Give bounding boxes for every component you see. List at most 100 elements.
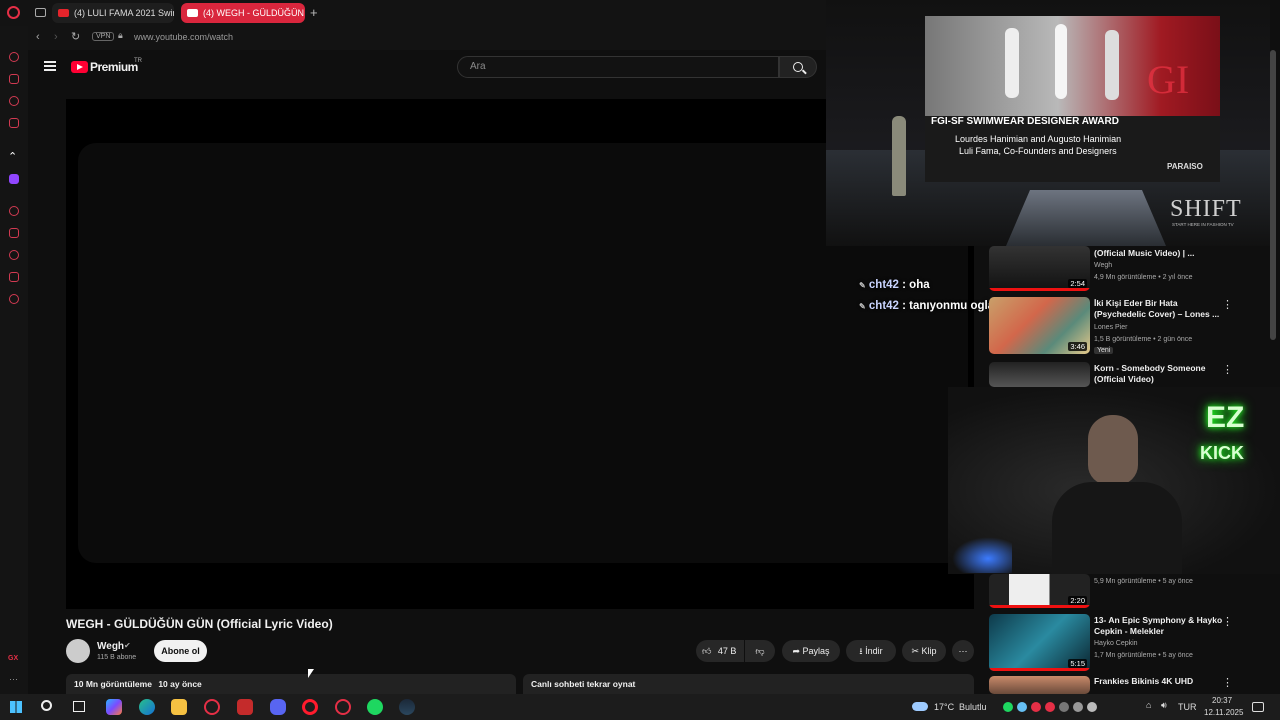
clip-button[interactable]: ✂ Klip (902, 640, 946, 662)
history-icon[interactable] (9, 206, 19, 216)
rec-thumbnail-2[interactable]: 3:46 (989, 297, 1090, 354)
rec-title-1[interactable]: (Official Music Video) | ... (1094, 248, 1194, 259)
reload-icon[interactable]: ↻ (71, 30, 80, 43)
opera-icon[interactable] (302, 699, 318, 715)
clock-date[interactable]: 12.11.2025 (1204, 708, 1243, 717)
mail-icon[interactable] (9, 118, 19, 128)
page-scrollbar[interactable] (1270, 50, 1276, 340)
youtube-logo-text[interactable]: Premium (90, 60, 138, 74)
menu-icon[interactable] (44, 61, 56, 71)
file-explorer-icon[interactable] (171, 699, 187, 715)
channel-name[interactable]: Wegh (97, 641, 124, 652)
copilot-icon[interactable] (106, 699, 122, 715)
more-icon[interactable]: ··· (9, 674, 18, 684)
notifications-icon[interactable] (1252, 702, 1264, 712)
youtube-logo-icon[interactable] (71, 61, 88, 73)
description-box[interactable]: 10 Mn görüntüleme 10 ay önce (66, 674, 516, 694)
search-taskbar-icon[interactable] (41, 700, 52, 711)
settings-icon[interactable] (9, 294, 19, 304)
rec-title-5[interactable]: 13- An Epic Symphony & Hayko Cepkin - Me… (1094, 615, 1222, 637)
tab-wegh[interactable]: (4) WEGH - GÜLDÜĞÜN G (181, 3, 305, 23)
spotify-icon[interactable] (367, 699, 383, 715)
opera-gx-icon-2[interactable] (335, 699, 351, 715)
rec-thumbnail-5[interactable]: 5:15 (989, 614, 1090, 671)
rec-meta-2: 1,5 B görüntüleme • 2 gün önce (1094, 336, 1193, 343)
start-icon[interactable] (10, 701, 22, 713)
rec-title-3[interactable]: Korn - Somebody Someone (Official Video) (1094, 363, 1205, 385)
weather-desc[interactable]: Bulutlu (959, 702, 987, 712)
search-input[interactable]: Ara (457, 56, 779, 78)
mouse-cursor-icon (308, 669, 314, 678)
url-text[interactable]: www.youtube.com/watch (134, 32, 233, 42)
slide-line2: Luli Fama, Co-Founders and Designers (959, 146, 1117, 156)
ai-icon[interactable]: ⌃ (8, 150, 17, 163)
like-count: 47 B (717, 646, 737, 656)
bag-icon[interactable] (9, 74, 19, 84)
slide-logo: GI (1147, 57, 1190, 102)
new-tab-button[interactable]: + (310, 5, 318, 20)
aria-icon[interactable] (9, 52, 19, 62)
download-button[interactable]: ⭳ İndir (846, 640, 896, 662)
rec-title-2[interactable]: İki Kişi Eder Bir Hata (Psychedelic Cove… (1094, 298, 1219, 320)
dislike-button[interactable]: 👎︎ (745, 640, 775, 662)
slide-line1: Lourdes Hanimian and Augusto Hanimian (955, 134, 1122, 144)
tab-luli-fama[interactable]: (4) LULI FAMA 2021 Swim (52, 3, 174, 23)
twitch-icon[interactable] (9, 174, 19, 184)
volume-icon[interactable]: 🔊︎ (1161, 700, 1167, 711)
opera-gx-taskbar-icon[interactable] (204, 699, 220, 715)
forward-icon[interactable]: › (54, 31, 58, 43)
discord-icon[interactable] (270, 699, 286, 715)
rec-menu-6[interactable]: ⋮ (1222, 676, 1233, 689)
rec-thumbnail-4[interactable]: 2:20 (989, 574, 1090, 608)
clock-time[interactable]: 20:37 (1212, 696, 1232, 705)
chat-icon: ✎ (859, 302, 866, 311)
language-indicator[interactable]: TUR (1178, 702, 1197, 712)
vpn-badge[interactable]: VPN (92, 32, 115, 41)
rec-menu-2[interactable]: ⋮ (1222, 298, 1233, 311)
share-icon: ➦ (792, 646, 800, 656)
rec-meta-1: 4,9 Mn görüntüleme • 2 yıl önce (1094, 274, 1193, 281)
rec-thumbnail-3[interactable] (989, 362, 1090, 387)
shift-watermark-sub: START HERE IN FASHION TV (1172, 222, 1234, 227)
tray-icons[interactable] (1003, 702, 1109, 712)
rec-title-6[interactable]: Frankies Bikinis 4K UHD (1094, 676, 1193, 687)
more-actions-button[interactable]: ⋯ (952, 640, 974, 662)
rec-channel-5[interactable]: Hayko Cepkin (1094, 640, 1138, 647)
tab-island-icon[interactable] (35, 8, 46, 17)
thumbs-up-icon: 👍︎ (702, 646, 712, 656)
rec-channel-2[interactable]: Lones Pier (1094, 324, 1127, 331)
bookmark-icon[interactable] (9, 228, 19, 238)
clock-icon[interactable] (9, 250, 19, 260)
new-badge: Yeni (1094, 347, 1114, 354)
search-button[interactable] (779, 56, 817, 78)
network-icon[interactable]: ⌂ (1146, 700, 1151, 710)
chat-replay-button[interactable]: Canlı sohbeti tekrar oynat (523, 674, 974, 694)
task-view-icon[interactable] (73, 701, 85, 712)
shift-watermark: SHIFT (1170, 196, 1242, 222)
rec-thumbnail-6[interactable] (989, 676, 1090, 694)
like-button[interactable]: 👍︎ 47 B (696, 640, 744, 662)
channel-avatar[interactable] (66, 639, 90, 663)
rec-channel-1[interactable]: Wegh (1094, 262, 1112, 269)
weather-icon[interactable] (912, 702, 928, 711)
rec-menu-3[interactable]: ⋮ (1222, 363, 1233, 376)
slide-brand: PARAISO (1167, 162, 1203, 171)
rec-thumbnail-1[interactable]: 2:54 (989, 246, 1090, 291)
edge-icon[interactable] (139, 699, 155, 715)
rec-menu-5[interactable]: ⋮ (1222, 615, 1233, 628)
model-figure-2 (1055, 24, 1067, 99)
send-icon[interactable] (9, 272, 19, 282)
rec-meta-5: 1,7 Mn görüntüleme • 5 ay önce (1094, 652, 1193, 659)
event-slide: GI FGI-SF SWIMWEAR DESIGNER AWARD Lourde… (925, 16, 1220, 182)
opera-logo-icon[interactable] (7, 6, 20, 19)
back-icon[interactable]: ‹ (36, 31, 40, 43)
messenger-icon[interactable] (9, 96, 19, 106)
subscribe-button[interactable]: Abone ol (154, 640, 207, 662)
address-bar: ‹ › ↻ VPN 🔒︎ www.youtube.com/watch (28, 26, 826, 50)
gx-icon[interactable]: GX (8, 655, 18, 662)
streamer-head (1088, 415, 1138, 485)
steam-icon[interactable] (399, 699, 415, 715)
share-button[interactable]: ➦ Paylaş (782, 640, 840, 662)
video-editor-icon[interactable] (237, 699, 253, 715)
weather-temp[interactable]: 17°C (934, 702, 954, 712)
